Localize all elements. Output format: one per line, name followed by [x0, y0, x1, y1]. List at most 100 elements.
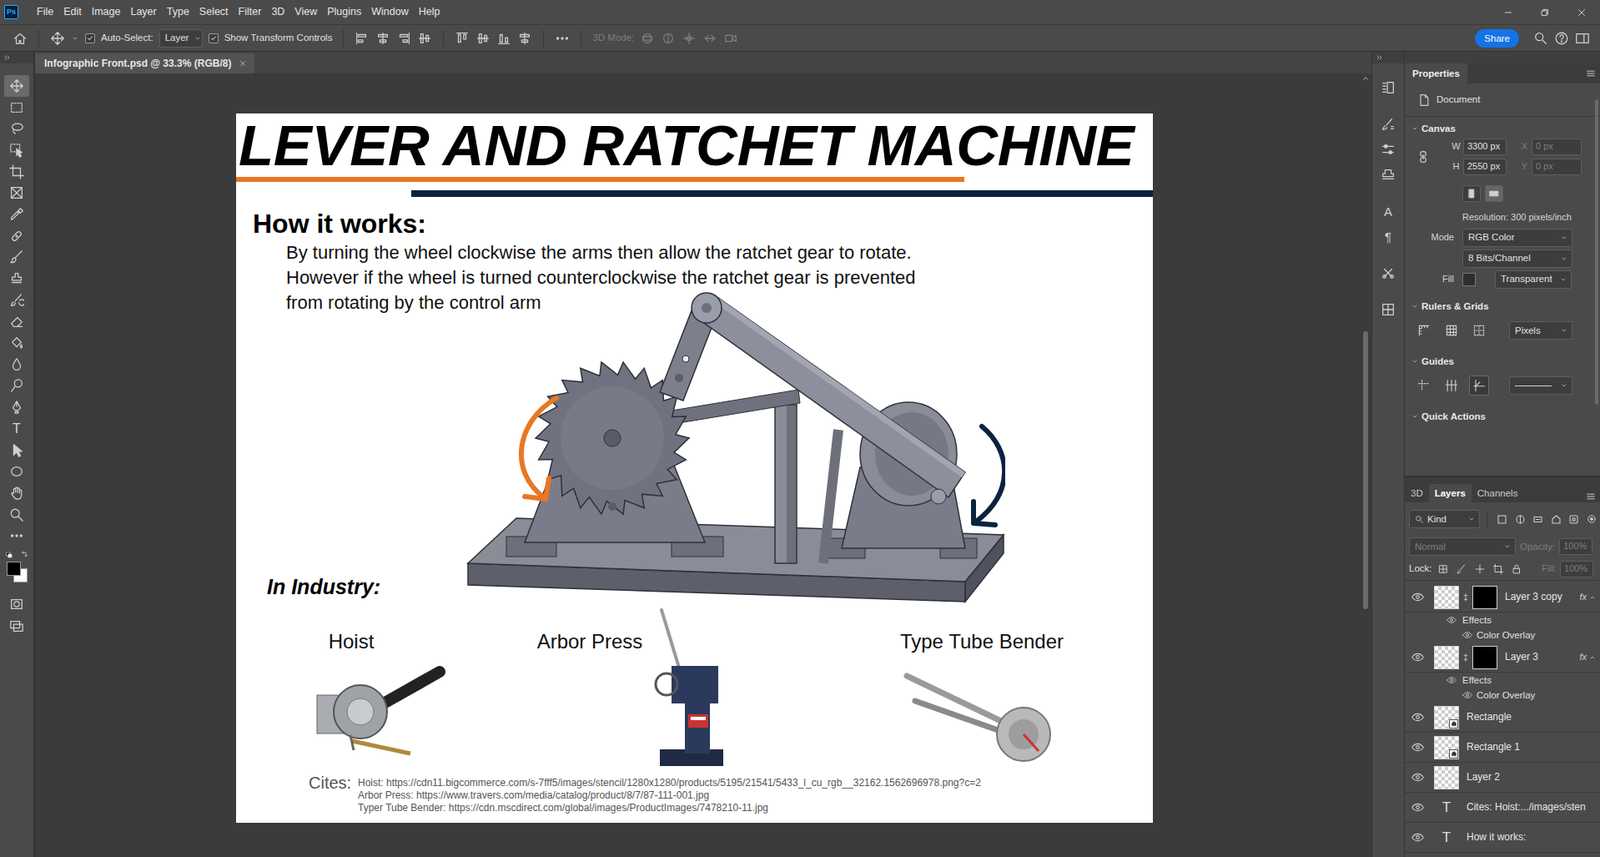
- default-colors-icon[interactable]: [5, 551, 15, 560]
- home-icon[interactable]: [12, 30, 28, 46]
- guide-toggle[interactable]: [1469, 375, 1490, 396]
- auto-select-checkbox[interactable]: [85, 33, 96, 44]
- tool-button[interactable]: [4, 289, 30, 312]
- swatches-panel-button[interactable]: [1375, 296, 1401, 323]
- close-button[interactable]: [1563, 6, 1600, 19]
- visibility-toggle[interactable]: [1404, 740, 1430, 754]
- minimize-button[interactable]: [1489, 6, 1527, 19]
- guide-toggle[interactable]: [1441, 375, 1462, 396]
- menu-item[interactable]: Edit: [58, 3, 87, 22]
- filter-kind-dropdown[interactable]: Kind: [1408, 509, 1480, 529]
- tool-button[interactable]: [4, 439, 30, 462]
- effects-badge[interactable]: fx: [1579, 591, 1587, 604]
- tool-button[interactable]: [4, 396, 30, 418]
- tool-button[interactable]: [4, 139, 30, 162]
- lock-button[interactable]: [1509, 563, 1525, 575]
- tool-button[interactable]: [4, 75, 30, 97]
- grid-toggle[interactable]: [1441, 320, 1462, 341]
- more-options-icon[interactable]: [554, 30, 570, 46]
- visibility-toggle[interactable]: [1404, 800, 1430, 814]
- lock-button[interactable]: [1490, 563, 1506, 575]
- visibility-toggle[interactable]: [1445, 614, 1458, 625]
- layer-row[interactable]: Rectangle 1: [1404, 732, 1600, 763]
- lock-button[interactable]: [1454, 563, 1470, 575]
- canvas-scrollbar[interactable]: [1359, 73, 1372, 857]
- filter-button[interactable]: [1529, 513, 1547, 526]
- portrait-button[interactable]: [1462, 185, 1481, 202]
- brush-settings-panel-button[interactable]: [1375, 111, 1401, 137]
- filter-toggle[interactable]: [1584, 513, 1600, 525]
- history-panel-button[interactable]: [1375, 75, 1401, 101]
- rulers-section[interactable]: Rulers & Grids: [1404, 297, 1600, 315]
- effects-badge[interactable]: fx: [1579, 651, 1587, 664]
- visibility-toggle[interactable]: [1404, 830, 1430, 844]
- menu-item[interactable]: Type: [161, 3, 195, 22]
- visibility-toggle[interactable]: [1404, 650, 1430, 664]
- tool-button[interactable]: [4, 267, 30, 290]
- menu-item[interactable]: Filter: [233, 3, 267, 22]
- mode-dropdown[interactable]: RGB Color: [1462, 228, 1573, 247]
- visibility-toggle[interactable]: [1461, 689, 1474, 700]
- ruler-toggle[interactable]: [1413, 320, 1434, 341]
- restore-button[interactable]: [1526, 6, 1564, 19]
- layer-row[interactable]: Rectangle: [1404, 702, 1600, 733]
- menu-item[interactable]: Help: [413, 3, 446, 22]
- lock-button[interactable]: [1435, 563, 1451, 575]
- menu-item[interactable]: Window: [366, 3, 413, 22]
- tool-button[interactable]: T: [4, 417, 30, 440]
- filter-button[interactable]: [1494, 513, 1511, 526]
- align-al4-icon[interactable]: [417, 30, 433, 46]
- filter-button[interactable]: [1565, 513, 1583, 526]
- layer-row[interactable]: THow it works:: [1404, 822, 1600, 853]
- expand-effects-icon[interactable]: [1588, 593, 1597, 602]
- properties-tab[interactable]: Properties: [1404, 63, 1468, 84]
- visibility-toggle[interactable]: [1445, 674, 1458, 685]
- tool-button[interactable]: [4, 117, 30, 140]
- tool-button[interactable]: [4, 181, 30, 204]
- search-icon[interactable]: [1533, 30, 1549, 46]
- expand-effects-icon[interactable]: [1588, 653, 1597, 662]
- scroll-up-icon[interactable]: [1359, 73, 1372, 84]
- collapse-bar[interactable]: [0, 51, 34, 64]
- scroll-track[interactable]: [1359, 83, 1372, 857]
- panel-tab[interactable]: Layers: [1428, 483, 1472, 503]
- mask-link-icon[interactable]: [1460, 652, 1471, 663]
- transform-controls-checkbox[interactable]: [208, 33, 219, 44]
- pixelgrid-toggle[interactable]: [1469, 320, 1490, 341]
- document-tab[interactable]: Infographic Front.psd @ 33.3% (RGB/8): [35, 53, 255, 74]
- tool-button[interactable]: [4, 593, 30, 615]
- lock-button[interactable]: [1472, 563, 1488, 575]
- visibility-toggle[interactable]: [1461, 629, 1474, 640]
- swap-colors-icon[interactable]: [20, 550, 30, 560]
- effect-row[interactable]: Effects: [1404, 672, 1600, 688]
- paragraph-panel-button[interactable]: ¶: [1375, 223, 1401, 249]
- menu-item[interactable]: Plugins: [322, 3, 367, 22]
- distribute-1-icon[interactable]: [475, 30, 491, 46]
- tool-button[interactable]: [4, 225, 30, 247]
- tool-presets-panel-button[interactable]: [1375, 260, 1401, 286]
- transform-controls-label[interactable]: Show Transform Controls: [224, 31, 333, 44]
- visibility-toggle[interactable]: [1404, 590, 1430, 604]
- app-logo[interactable]: Ps: [4, 5, 19, 20]
- mask-link-icon[interactable]: [1460, 592, 1471, 603]
- layer-row[interactable]: Layer 3fx: [1404, 642, 1600, 673]
- collapse-bar[interactable]: [1372, 51, 1404, 64]
- menu-item[interactable]: Image: [86, 3, 126, 22]
- properties-scroll-thumb[interactable]: [1594, 99, 1599, 406]
- tool-button[interactable]: [4, 482, 30, 504]
- effect-row[interactable]: Color Overlay: [1404, 627, 1600, 643]
- help-icon[interactable]: [1554, 30, 1570, 46]
- canvas-field[interactable]: 2550 px: [1463, 158, 1507, 176]
- tool-button[interactable]: [4, 353, 30, 376]
- caret-icon[interactable]: [70, 34, 80, 43]
- link-dimensions-icon[interactable]: [1416, 150, 1430, 164]
- tool-button[interactable]: [4, 311, 30, 333]
- tool-button[interactable]: [4, 503, 30, 526]
- canvas-field[interactable]: 3300 px: [1463, 138, 1507, 156]
- visibility-toggle[interactable]: [1404, 770, 1430, 784]
- menu-item[interactable]: 3D: [266, 3, 290, 22]
- tool-button[interactable]: [4, 203, 30, 226]
- tool-button[interactable]: [4, 524, 30, 547]
- effect-row[interactable]: Color Overlay: [1404, 687, 1600, 703]
- units-dropdown[interactable]: Pixels: [1509, 321, 1573, 340]
